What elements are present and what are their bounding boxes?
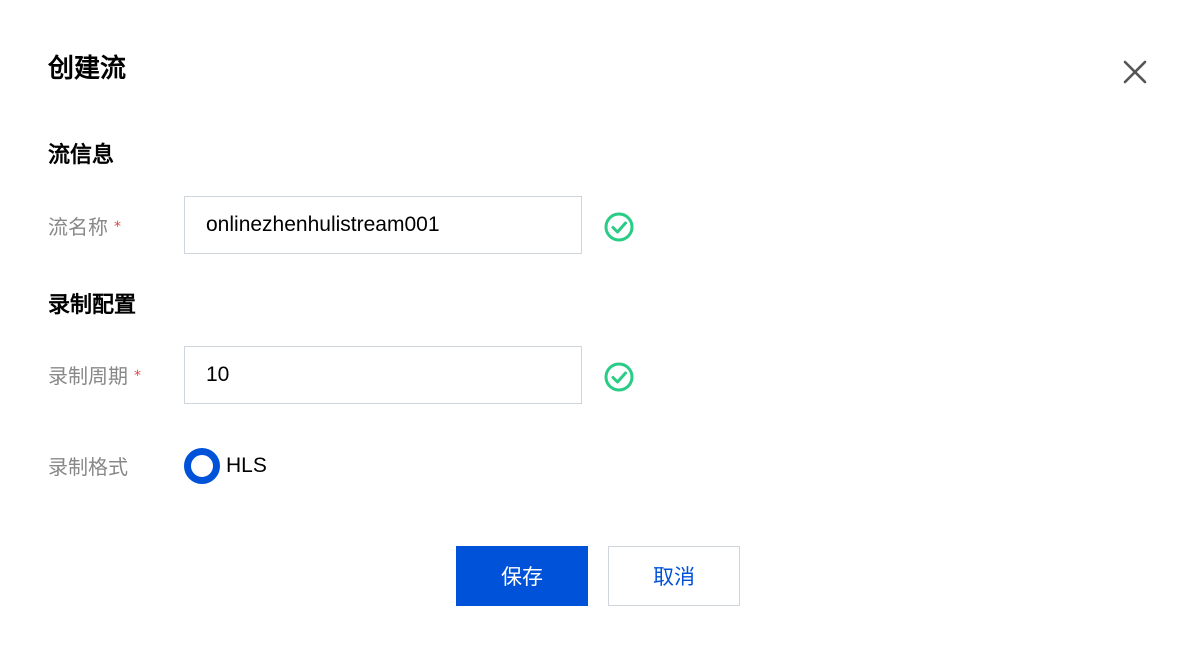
- close-icon[interactable]: [1118, 55, 1152, 89]
- radio-option-hls[interactable]: HLS: [184, 448, 267, 484]
- stream-name-label: 流名称 *: [48, 213, 121, 241]
- required-mark: *: [114, 219, 121, 235]
- check-circle-icon: [604, 212, 634, 242]
- stream-name-label-text: 流名称: [48, 215, 108, 239]
- record-period-input[interactable]: [184, 346, 582, 404]
- check-circle-icon: [604, 362, 634, 392]
- record-format-label: 录制格式: [48, 455, 128, 479]
- radio-option-label: HLS: [226, 454, 267, 477]
- required-mark: *: [134, 368, 141, 384]
- record-period-label-text: 录制周期: [48, 364, 128, 388]
- radio-selected-icon[interactable]: [184, 448, 220, 484]
- stream-name-input[interactable]: [184, 196, 582, 254]
- cancel-button[interactable]: 取消: [608, 546, 740, 606]
- dialog-title: 创建流: [48, 54, 127, 84]
- save-button[interactable]: 保存: [456, 546, 588, 606]
- section-title-record-config: 录制配置: [48, 293, 137, 318]
- record-period-label: 录制周期 *: [48, 362, 141, 390]
- create-stream-dialog: 创建流 流信息 流名称 * 录制配置 录制周期 * 录制格式 HLS 保存 取消: [0, 0, 1196, 656]
- section-title-stream-info: 流信息: [48, 143, 115, 168]
